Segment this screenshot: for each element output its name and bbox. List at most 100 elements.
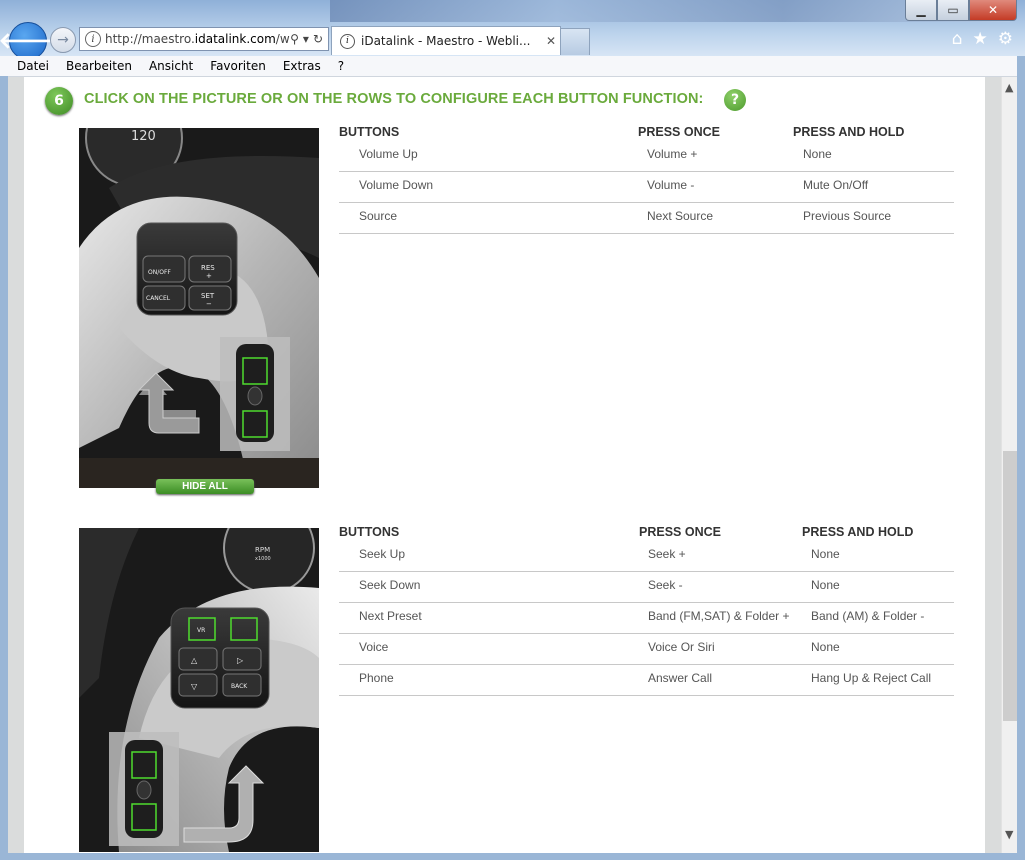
press-once-cell: Volume +	[647, 147, 698, 161]
address-url[interactable]: http://maestro.idatalink.com/w	[105, 32, 290, 46]
url-prefix: http://maestro.	[105, 32, 195, 46]
browser-tab[interactable]: i iDatalink - Maestro - Webli... ✕	[331, 26, 561, 55]
home-icon[interactable]: ⌂	[952, 29, 963, 49]
table-row[interactable]: Volume Up Volume + None	[339, 141, 954, 172]
new-tab-button[interactable]	[560, 28, 590, 55]
help-icon[interactable]: ?	[724, 89, 746, 111]
table2-header-buttons: BUTTONS	[339, 525, 400, 539]
tab-close-icon[interactable]: ✕	[542, 34, 560, 48]
close-window-button[interactable]: ✕	[969, 0, 1017, 21]
press-hold-cell: None	[803, 147, 832, 161]
tab-title: iDatalink - Maestro - Webli...	[361, 34, 531, 48]
press-once-cell: Band (FM,SAT) & Folder +	[648, 609, 790, 623]
browser-chrome: ▁ ▭ ✕ 🡐 → i http://maestro.idatalink.com…	[0, 0, 1025, 60]
step-heading: CLICK ON THE PICTURE OR ON THE ROWS TO C…	[84, 91, 704, 107]
window-frame-right	[1017, 56, 1025, 860]
scroll-up-icon[interactable]: ▲	[1005, 81, 1013, 94]
menu-ansicht[interactable]: Ansicht	[140, 56, 201, 76]
tab-info-icon: i	[340, 33, 355, 49]
button-name-cell: Phone	[359, 671, 394, 685]
search-icon[interactable]: ⚲	[290, 32, 299, 46]
press-hold-cell: Mute On/Off	[803, 178, 869, 192]
steering-wheel-image-1[interactable]: 120 ON/OFF RES + CANCEL SET −	[79, 128, 319, 488]
press-hold-cell: None	[811, 640, 840, 654]
step-number-badge: 6	[45, 87, 73, 115]
table-row[interactable]: Seek Down Seek - None	[339, 572, 954, 603]
svg-text:+: +	[206, 272, 212, 280]
button-name-cell: Seek Down	[359, 578, 421, 592]
menu-datei[interactable]: Datei	[0, 56, 57, 76]
maximize-button[interactable]: ▭	[937, 0, 969, 21]
steering-wheel-illustration-1: 120 ON/OFF RES + CANCEL SET −	[79, 128, 319, 488]
svg-text:VR: VR	[197, 627, 205, 634]
scroll-down-icon[interactable]: ▼	[1005, 828, 1013, 841]
window-frame-left	[0, 76, 8, 860]
press-hold-cell: Band (AM) & Folder -	[811, 609, 925, 623]
svg-text:▽: ▽	[191, 682, 198, 691]
table-row[interactable]: Volume Down Volume - Mute On/Off	[339, 172, 954, 203]
table2-header-press-hold: PRESS AND HOLD	[802, 525, 914, 539]
button-name-cell: Volume Up	[359, 147, 418, 161]
table-row[interactable]: Phone Answer Call Hang Up & Reject Call	[339, 665, 954, 696]
scrollbar-thumb[interactable]	[1003, 451, 1017, 721]
svg-text:△: △	[191, 656, 198, 665]
svg-text:−: −	[206, 300, 212, 308]
menu-favoriten[interactable]: Favoriten	[201, 56, 274, 76]
svg-text:ON/OFF: ON/OFF	[148, 269, 171, 276]
table-row[interactable]: Seek Up Seek + None	[339, 541, 954, 572]
back-button[interactable]: 🡐	[0, 22, 58, 60]
svg-text:RPM: RPM	[255, 546, 270, 554]
press-hold-cell: Hang Up & Reject Call	[811, 671, 932, 685]
press-hold-cell: Previous Source	[803, 209, 892, 223]
hide-all-button[interactable]: HIDE ALL	[156, 479, 254, 494]
svg-text:BACK: BACK	[231, 683, 248, 690]
press-hold-cell: None	[811, 547, 840, 561]
table-row[interactable]: Next Preset Band (FM,SAT) & Folder + Ban…	[339, 603, 954, 634]
toolbar-icons: ⌂ ★ ⚙	[952, 29, 1013, 49]
menu-bar: Datei Bearbeiten Ansicht Favoriten Extra…	[0, 56, 1025, 77]
address-tools: ⚲ ▾ ↻	[290, 32, 328, 46]
svg-text:120: 120	[131, 129, 156, 144]
forward-button[interactable]: →	[50, 27, 76, 53]
svg-text:▷: ▷	[237, 656, 244, 665]
url-domain: idatalink.com	[194, 32, 276, 46]
svg-text:RES: RES	[201, 264, 215, 272]
svg-text:SET: SET	[201, 292, 215, 300]
table1-header-press-hold: PRESS AND HOLD	[793, 125, 905, 139]
svg-text:CANCEL: CANCEL	[146, 295, 171, 302]
table1-header-press-once: PRESS ONCE	[638, 125, 720, 139]
table1-header-buttons: BUTTONS	[339, 125, 400, 139]
minimize-button[interactable]: ▁	[905, 0, 937, 21]
dropdown-icon[interactable]: ▾	[303, 32, 309, 46]
table-row[interactable]: Source Next Source Previous Source	[339, 203, 954, 234]
button-name-cell: Volume Down	[359, 178, 434, 192]
button-name-cell: Source	[359, 209, 398, 223]
button-name-cell: Seek Up	[359, 547, 406, 561]
vertical-scrollbar[interactable]: ▲ ▼	[1001, 77, 1018, 853]
press-hold-cell: None	[811, 578, 840, 592]
menu-bearbeiten[interactable]: Bearbeiten	[57, 56, 140, 76]
favorites-star-icon[interactable]: ★	[973, 29, 988, 49]
settings-gear-icon[interactable]: ⚙	[998, 29, 1013, 49]
menu-help[interactable]: ?	[329, 56, 352, 76]
steering-wheel-image-2[interactable]: RPM x1000 VR △ ▷ ▽ BACK	[79, 528, 319, 852]
press-once-cell: Answer Call	[648, 671, 713, 685]
url-suffix: /w	[275, 32, 290, 46]
refresh-icon[interactable]: ↻	[313, 32, 323, 46]
forward-arrow-icon: →	[57, 32, 69, 48]
menu-extras[interactable]: Extras	[274, 56, 329, 76]
window-frame-bottom	[0, 853, 1025, 860]
info-icon: i	[85, 31, 101, 47]
press-once-cell: Seek -	[648, 578, 683, 592]
steering-wheel-illustration-2: RPM x1000 VR △ ▷ ▽ BACK	[79, 528, 319, 852]
svg-text:x1000: x1000	[255, 556, 271, 562]
press-once-cell: Volume -	[647, 178, 695, 192]
press-once-cell: Next Source	[647, 209, 714, 223]
back-arrow-icon: 🡐	[0, 29, 58, 54]
press-once-cell: Voice Or Siri	[648, 640, 715, 654]
button-name-cell: Next Preset	[359, 609, 422, 623]
table2-header-press-once: PRESS ONCE	[639, 525, 721, 539]
button-name-cell: Voice	[359, 640, 389, 654]
address-bar[interactable]: i http://maestro.idatalink.com/w ⚲ ▾ ↻	[79, 27, 329, 51]
table-row[interactable]: Voice Voice Or Siri None	[339, 634, 954, 665]
